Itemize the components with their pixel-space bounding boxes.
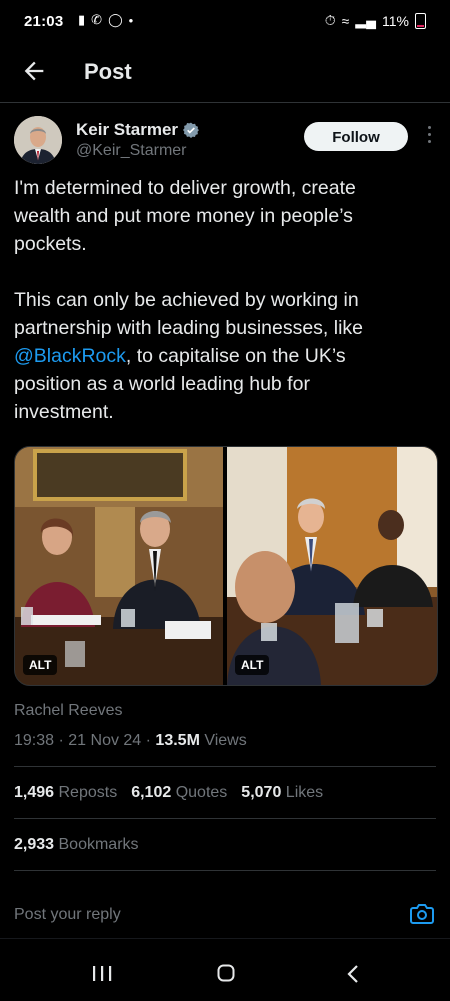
notification-icon: ▮	[78, 12, 86, 27]
alarm-icon: ⏱	[324, 12, 336, 28]
quotes-count: 6,102	[131, 784, 172, 801]
bookmarks-stat[interactable]: 2,933 Bookmarks	[14, 836, 139, 854]
quotes-label: Quotes	[175, 784, 228, 801]
status-time: 21:03	[24, 13, 64, 30]
post-meta: 19:38 · 21 Nov 24 · 13.5M Views	[14, 732, 247, 749]
bookmarks-count: 2,933	[14, 836, 55, 853]
post-date: 21 Nov 24	[68, 732, 142, 749]
status-bar: 21:03 ▮ ✆ ◯ • ⏱ ≈ ▂▄ 11%	[0, 0, 450, 44]
top-bar: Post	[0, 44, 450, 103]
more-options-icon[interactable]	[426, 126, 432, 148]
system-nav-bar	[0, 938, 450, 1001]
author-name[interactable]: Keir Starmer	[76, 120, 178, 140]
signal-icon: ▂▄	[355, 12, 377, 28]
tweet-text: I'm determined to deliver growth, create…	[14, 174, 414, 454]
avatar-portrait	[14, 116, 62, 164]
photo-1-image	[15, 447, 223, 685]
camera-icon[interactable]	[410, 903, 434, 925]
recent-apps-icon[interactable]	[92, 965, 112, 982]
reposts-label: Reposts	[58, 784, 118, 801]
media-grid: ALT ALT	[14, 446, 438, 686]
photo-2-image	[227, 447, 437, 685]
status-right: ⏱ ≈ ▂▄ 11%	[325, 12, 426, 29]
engagement-stats: 1,496 Reposts 6,102 Quotes 5,070 Likes	[14, 784, 323, 802]
views-count: 13.5M	[155, 732, 200, 749]
quotes-stat[interactable]: 6,102 Quotes	[131, 784, 227, 802]
system-back-icon[interactable]	[346, 964, 360, 984]
divider	[14, 766, 436, 767]
likes-count: 5,070	[241, 784, 282, 801]
author-row: Keir Starmer @Keir_Starmer Follow	[14, 116, 436, 172]
divider	[14, 818, 436, 819]
tweet-paragraph-1: I'm determined to deliver growth, create…	[14, 177, 356, 255]
author-handle[interactable]: @Keir_Starmer	[76, 142, 187, 160]
tagged-person[interactable]: Rachel Reeves	[14, 702, 123, 719]
notification-icons: ▮ ✆ ◯ •	[78, 12, 133, 28]
views-label: Views	[204, 732, 247, 749]
mention-link[interactable]: @BlackRock	[14, 345, 126, 367]
verified-badge-icon	[183, 122, 200, 138]
reposts-count: 1,496	[14, 784, 55, 801]
alt-badge[interactable]: ALT	[235, 655, 270, 675]
page-title: Post	[84, 59, 132, 84]
reply-input[interactable]: Post your reply	[14, 906, 121, 924]
avatar[interactable]	[14, 116, 62, 164]
photo-1[interactable]: ALT	[15, 447, 223, 685]
reposts-stat[interactable]: 1,496 Reposts	[14, 784, 117, 802]
bookmarks-label: Bookmarks	[58, 836, 139, 853]
missed-call-icon: ✆	[91, 12, 103, 27]
tweet-paragraph-2: This can only be achieved by working in …	[14, 286, 414, 426]
dot-icon: •	[128, 12, 134, 28]
tagged-people[interactable]: Rachel Reeves	[14, 702, 123, 720]
follow-button[interactable]: Follow	[304, 122, 408, 151]
alt-badge[interactable]: ALT	[23, 655, 58, 675]
whatsapp-icon: ◯	[108, 12, 123, 27]
name-row: Keir Starmer	[76, 120, 200, 140]
likes-label: Likes	[285, 784, 324, 801]
battery-icon	[415, 12, 426, 29]
home-icon[interactable]	[217, 964, 235, 982]
divider	[14, 870, 436, 871]
battery-percent: 11%	[382, 12, 409, 29]
likes-stat[interactable]: 5,070 Likes	[241, 784, 323, 802]
post-time: 19:38	[14, 732, 55, 749]
wifi-icon: ≈	[341, 12, 350, 29]
photo-2[interactable]: ALT	[227, 447, 437, 685]
tweet-text-part: This can only be achieved by working in …	[14, 289, 364, 339]
back-arrow-icon[interactable]	[20, 57, 48, 85]
